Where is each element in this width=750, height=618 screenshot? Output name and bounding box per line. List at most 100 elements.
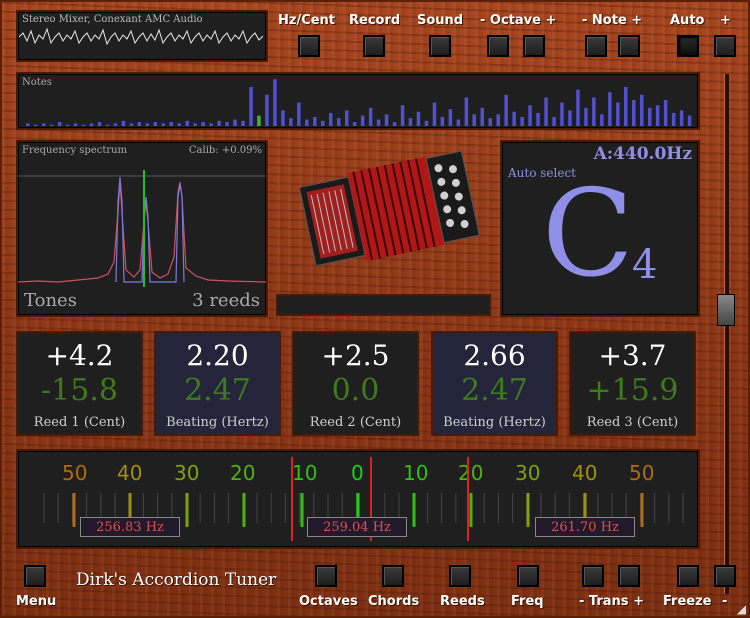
trans-up-button[interactable]	[618, 565, 640, 587]
reed-2-offset: 0.0	[331, 373, 380, 408]
reeds-button[interactable]	[449, 565, 471, 587]
note-display-panel: A:440.0Hz Auto select C 4	[500, 140, 700, 317]
note-bar	[384, 114, 389, 126]
note-bar	[624, 87, 628, 126]
note-down-button[interactable]	[585, 35, 607, 57]
note-bar	[432, 102, 437, 126]
reed-3-caption: Reed 3 (Cent)	[586, 415, 679, 430]
note-bar	[472, 114, 476, 126]
note-bar	[257, 115, 261, 126]
note-bar	[464, 97, 469, 126]
note-bar	[249, 87, 253, 126]
note-bar	[600, 114, 604, 126]
accordion-status-bar	[276, 294, 491, 316]
beating-2-value: 2.66	[463, 339, 526, 372]
chords-label: Chords	[368, 594, 420, 609]
note-bar	[496, 114, 500, 126]
note-bar	[121, 120, 126, 126]
trans-down-button[interactable]	[582, 565, 604, 587]
minus-button[interactable]	[714, 565, 736, 587]
hz-cent-button[interactable]	[298, 35, 320, 57]
note-bar	[408, 118, 413, 126]
note-bar	[671, 113, 676, 126]
sound-button[interactable]	[429, 35, 451, 57]
hz-cent-label: Hz/Cent	[278, 13, 336, 28]
notes-bars	[26, 79, 692, 126]
resize-grip-icon[interactable]: ◢	[737, 602, 746, 616]
octave-down-button[interactable]	[487, 35, 509, 57]
note-bar	[297, 102, 301, 126]
note-bar	[305, 119, 309, 126]
note-bar	[544, 97, 548, 126]
menu-button[interactable]	[24, 565, 46, 587]
note-bar	[329, 113, 333, 126]
note-bar	[81, 124, 86, 126]
reed-1-caption: Reed 1 (Cent)	[33, 415, 126, 430]
plus-label: +	[720, 13, 731, 28]
freq-button[interactable]	[517, 565, 539, 587]
reed-1-offset: -15.8	[41, 373, 118, 408]
note-bar	[41, 123, 46, 126]
note-bar	[233, 119, 237, 126]
note-name: C	[542, 165, 634, 304]
reed-2-value: +2.5	[321, 339, 390, 372]
record-button[interactable]	[363, 35, 385, 57]
accordion-image	[286, 140, 486, 280]
reed-2-frequency: 259.04 Hz	[307, 517, 407, 537]
note-bar	[49, 124, 54, 126]
note-bar	[26, 123, 30, 126]
note-bar	[576, 89, 580, 126]
volume-slider-track[interactable]	[724, 74, 729, 594]
note-bar	[265, 94, 269, 126]
waveform-panel: Stereo Mixer, Conexant AMC Audio	[16, 10, 268, 62]
volume-slider-handle[interactable]	[717, 294, 735, 326]
reference-pitch[interactable]: A:440.0Hz	[594, 144, 692, 164]
note-bar	[153, 122, 158, 126]
note-bar	[504, 94, 508, 126]
note-bar	[209, 123, 213, 126]
note-bar	[97, 122, 102, 126]
reeds-label: Reeds	[440, 594, 485, 609]
reed-3-frequency: 261.70 Hz	[535, 517, 635, 537]
note-bar	[520, 116, 524, 126]
note-bar	[337, 118, 341, 126]
note-bar	[169, 122, 173, 126]
beating-1-target: 2.47	[184, 373, 251, 408]
beating-1-caption: Beating (Hertz)	[166, 415, 269, 430]
note-label: - Note +	[582, 13, 643, 28]
record-label: Record	[349, 13, 401, 28]
note-bar	[113, 123, 118, 126]
plus-button[interactable]	[714, 35, 736, 57]
octaves-button[interactable]	[315, 565, 337, 587]
note-bar	[281, 110, 285, 126]
note-bar	[536, 113, 540, 126]
trans-label: - Trans +	[579, 594, 644, 609]
note-bar	[185, 120, 189, 126]
note-bar	[105, 124, 110, 126]
note-bar	[560, 102, 564, 126]
waveform-trace	[19, 27, 264, 46]
note-bar	[217, 120, 221, 126]
note-bar	[640, 94, 644, 126]
octave-label: - Octave +	[480, 13, 557, 28]
note-bar	[376, 119, 381, 126]
note-bar	[568, 110, 572, 126]
note-bar	[655, 105, 660, 126]
note-bar	[137, 122, 142, 126]
beating-1-box: 2.20 2.47 Beating (Hertz)	[154, 331, 281, 436]
freeze-button[interactable]	[677, 565, 699, 587]
app-title: Dirk's Accordion Tuner	[76, 570, 277, 590]
note-bar	[424, 120, 429, 126]
chords-button[interactable]	[382, 565, 404, 587]
note-bar	[608, 92, 612, 126]
note-bar	[648, 107, 652, 126]
auto-button[interactable]	[677, 35, 699, 57]
note-octave: 4	[632, 242, 658, 288]
note-bar	[129, 123, 134, 126]
note-bar	[584, 107, 588, 126]
note-bar	[488, 118, 492, 126]
note-bar	[616, 102, 620, 126]
octave-up-button[interactable]	[523, 35, 545, 57]
note-up-button[interactable]	[618, 35, 640, 57]
note-bar	[400, 105, 405, 126]
